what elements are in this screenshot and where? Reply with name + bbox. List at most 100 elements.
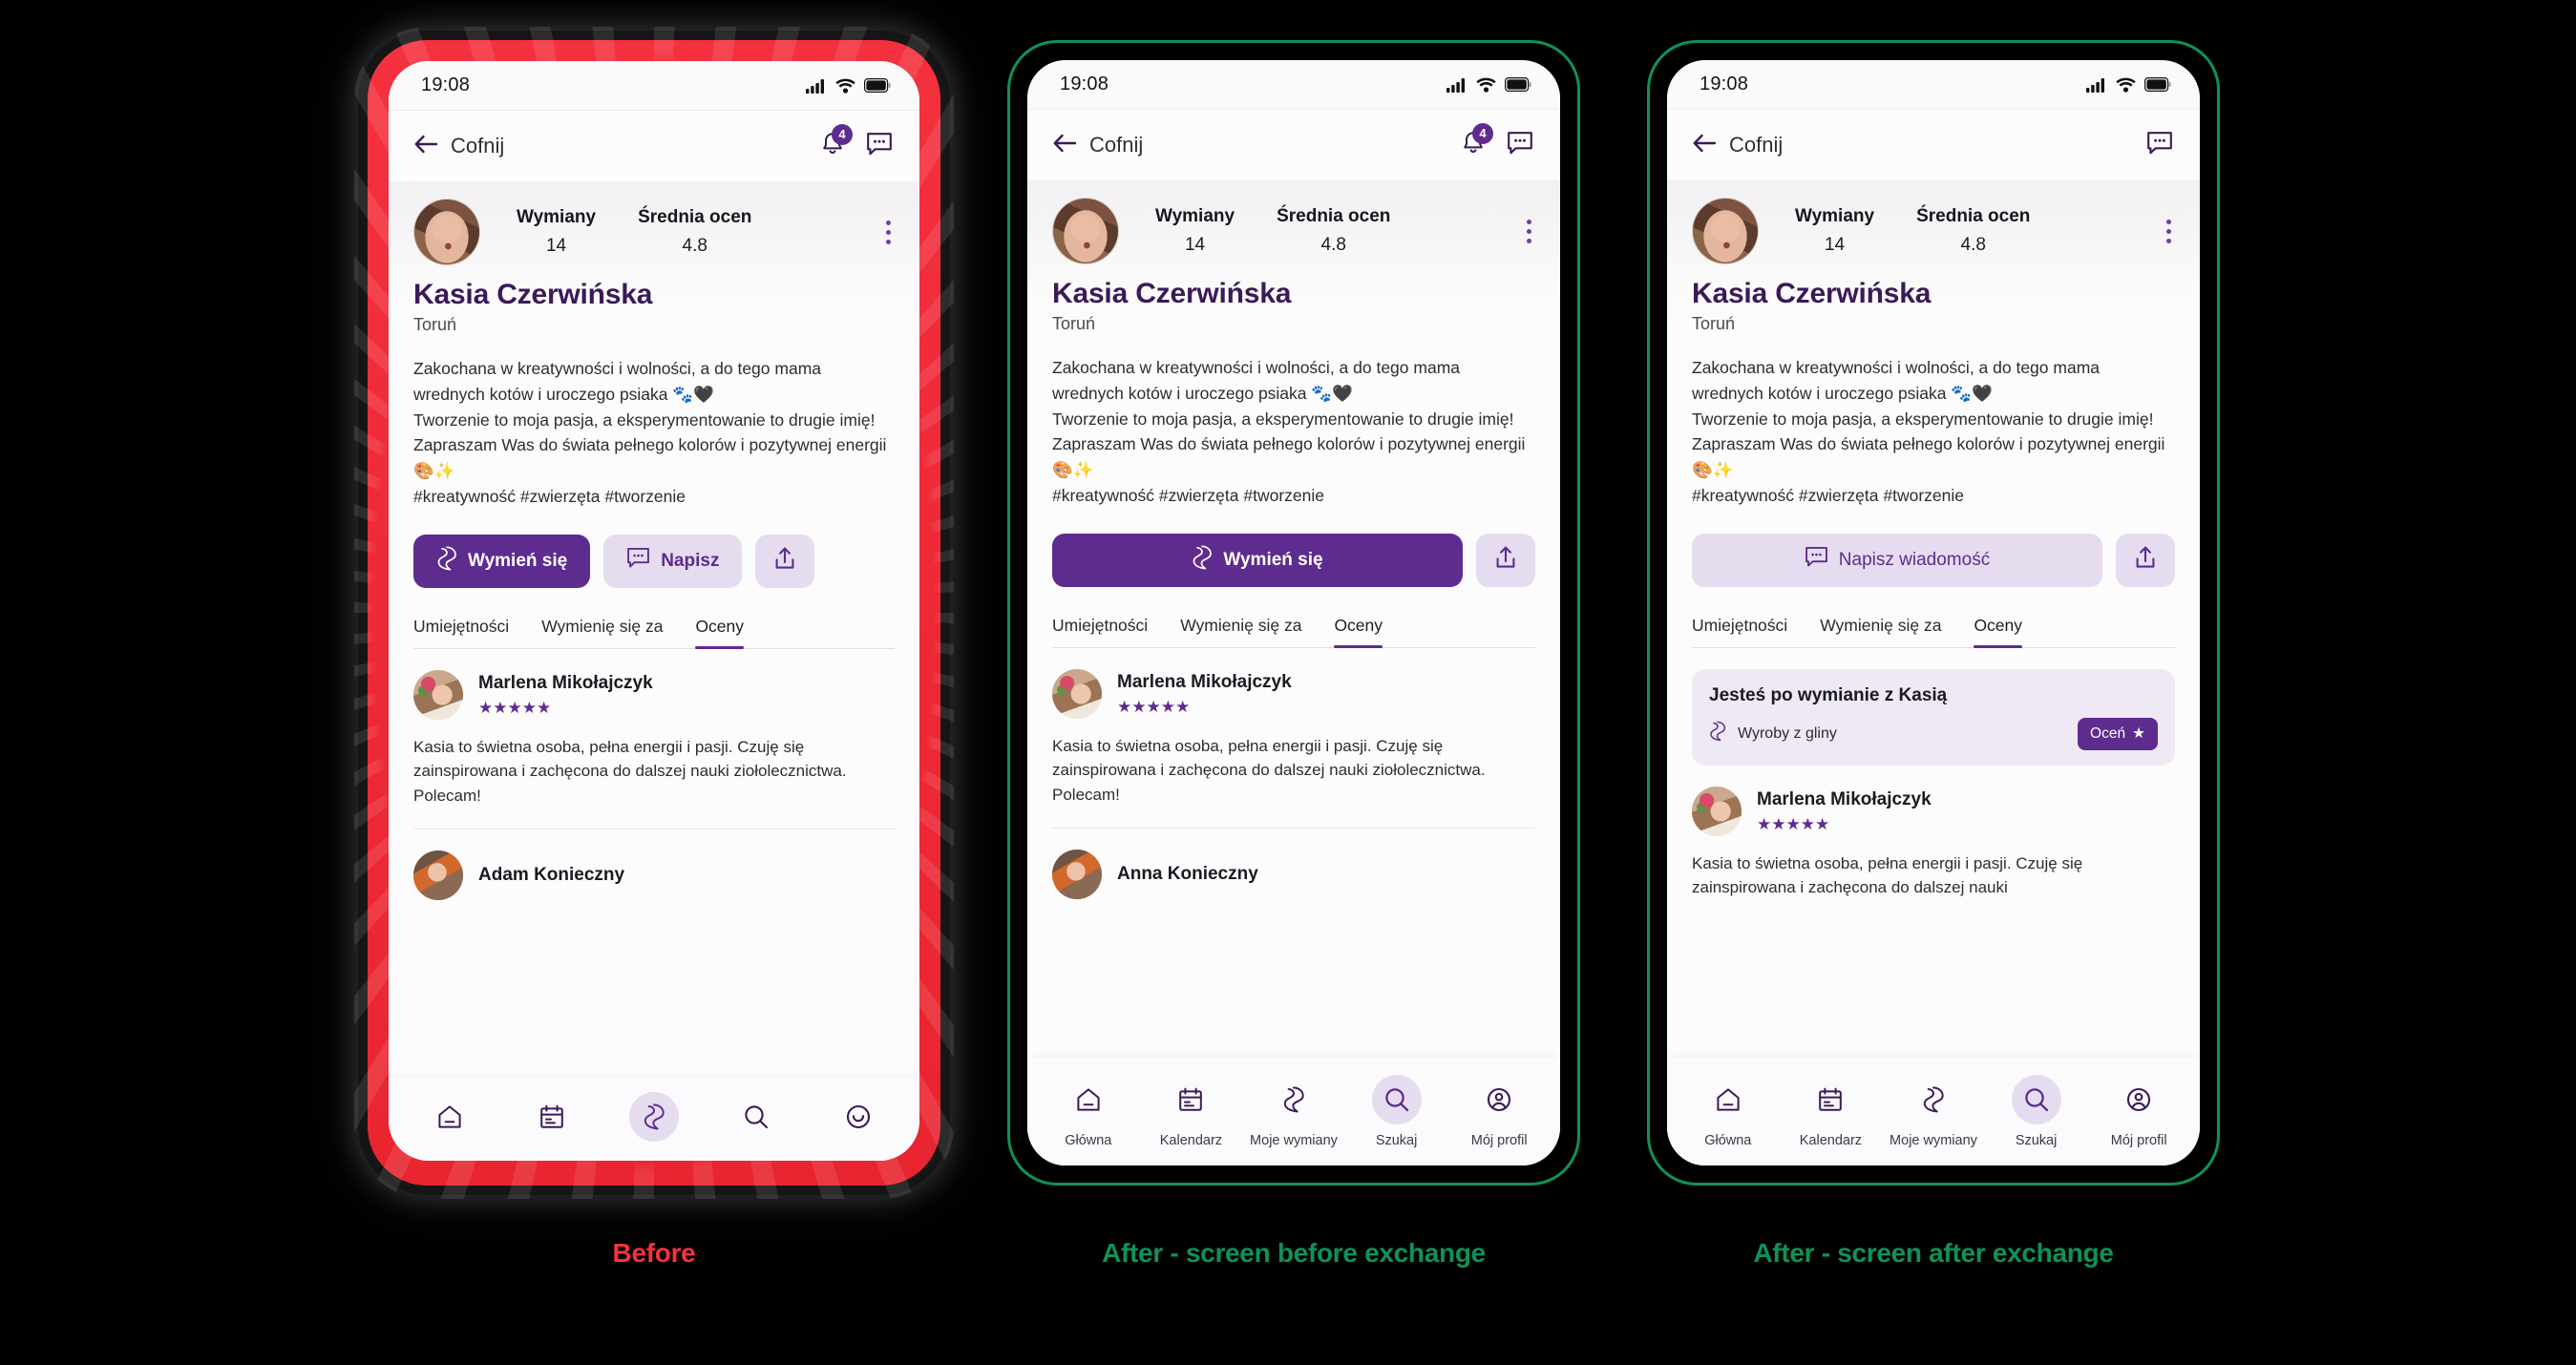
phone-after-after-exchange-screen: 19:08 Cofnij Wymiany 14 Średnia ocen 4.8… bbox=[1667, 60, 2200, 1166]
profile-tabs: Umiejętności Wymienię się za Oceny bbox=[413, 617, 895, 649]
sidebar-item-glowna[interactable]: Główna bbox=[1039, 1075, 1138, 1148]
content-scroll-area[interactable]: Wymiany 14 Średnia ocen 4.8 Kasia Czerwi… bbox=[389, 181, 919, 1161]
more-vertical-icon[interactable] bbox=[1523, 219, 1535, 243]
profile-actions: Wymień się bbox=[1052, 533, 1535, 587]
avatar[interactable] bbox=[1692, 786, 1742, 836]
exchange-rating-prompt: Jesteś po wymianie z Kasią Wyroby z glin… bbox=[1692, 668, 2175, 766]
battery-icon bbox=[1505, 77, 1531, 92]
sidebar-item-szukaj[interactable]: Szukaj bbox=[1987, 1075, 2086, 1148]
status-icons bbox=[2086, 77, 2171, 93]
rating-stars: ★★★★★ bbox=[1117, 698, 1191, 717]
messages-button[interactable] bbox=[866, 132, 893, 161]
exchange-button-label: Wymień się bbox=[468, 550, 568, 571]
tab-wymienie-sie-za[interactable]: Wymienię się za bbox=[1820, 616, 1941, 647]
reviewer-name: Adam Konieczny bbox=[478, 865, 625, 886]
share-icon bbox=[2134, 545, 2157, 576]
tab-wymienie-sie-za[interactable]: Wymienię się za bbox=[541, 617, 663, 648]
avatar[interactable] bbox=[413, 850, 463, 901]
caption-before: Before bbox=[612, 1238, 696, 1268]
sidebar-item-glowna[interactable]: Główna bbox=[1679, 1075, 1778, 1148]
avatar-photo bbox=[1693, 199, 1758, 263]
avatar[interactable] bbox=[413, 669, 463, 720]
exchange-button[interactable]: Wymień się bbox=[413, 534, 591, 588]
sidebar-item-moje-wymiany[interactable] bbox=[604, 1092, 704, 1142]
status-time: 19:08 bbox=[421, 74, 471, 95]
avatar[interactable] bbox=[1052, 668, 1102, 719]
sidebar-item-kalendarz[interactable] bbox=[502, 1092, 602, 1142]
stat-value: 4.8 bbox=[1960, 235, 1986, 255]
avatar[interactable] bbox=[1052, 850, 1102, 900]
arrow-left-icon bbox=[1052, 133, 1077, 158]
avatar[interactable] bbox=[1052, 198, 1119, 264]
sidebar-item-szukaj[interactable] bbox=[707, 1092, 806, 1142]
stat-label: Średnia ocen bbox=[1277, 206, 1391, 226]
sidebar-item-moj-profil[interactable]: Mój profil bbox=[1449, 1075, 1549, 1148]
tab-umiejetnosci[interactable]: Umiejętności bbox=[413, 617, 509, 648]
tab-umiejetnosci[interactable]: Umiejętności bbox=[1692, 616, 1787, 647]
profile-icon bbox=[2114, 1075, 2164, 1124]
prompt-row: Wyroby z gliny Oceń ★ bbox=[1709, 717, 2158, 750]
sidebar-item-moj-profil[interactable] bbox=[809, 1092, 908, 1142]
notifications-button[interactable]: 4 bbox=[820, 123, 853, 162]
stat-label: Wymiany bbox=[517, 207, 597, 227]
review-header: Marlena Mikołajczyk ★★★★★ bbox=[1052, 668, 1535, 719]
share-button[interactable] bbox=[755, 534, 815, 588]
search-icon bbox=[2011, 1075, 2061, 1124]
write-message-button[interactable]: Napisz bbox=[603, 534, 743, 588]
tab-oceny[interactable]: Oceny bbox=[695, 617, 744, 649]
phone-after-after-exchange-frame: 19:08 Cofnij Wymiany 14 Średnia ocen 4.8… bbox=[1647, 40, 2220, 1186]
tab-umiejetnosci[interactable]: Umiejętności bbox=[1052, 616, 1148, 647]
bottom-navigation bbox=[389, 1077, 919, 1161]
rate-button[interactable]: Oceń ★ bbox=[2078, 717, 2158, 750]
content-scroll-area[interactable]: Wymiany 14 Średnia ocen 4.8 Kasia Czerwi… bbox=[1027, 180, 1560, 1166]
notifications-button[interactable]: 4 bbox=[1461, 122, 1493, 161]
reviewer-name: Anna Konieczny bbox=[1117, 864, 1258, 885]
profile-details: Kasia Czerwińska Toruń Zakochana w kreat… bbox=[389, 279, 919, 901]
more-vertical-icon[interactable] bbox=[2163, 219, 2175, 243]
messages-button[interactable] bbox=[1507, 131, 1533, 160]
sidebar-item-kalendarz[interactable]: Kalendarz bbox=[1781, 1075, 1880, 1148]
cellular-signal-icon bbox=[806, 78, 827, 94]
back-button[interactable]: Cofnij bbox=[1692, 133, 1783, 158]
home-icon bbox=[1064, 1075, 1113, 1124]
sidebar-item-glowna[interactable] bbox=[400, 1092, 499, 1142]
prompt-item-label: Wyroby z gliny bbox=[1738, 724, 1837, 742]
tab-wymienie-sie-za[interactable]: Wymienię się za bbox=[1180, 616, 1301, 647]
more-vertical-icon[interactable] bbox=[882, 220, 895, 244]
stat-value: 14 bbox=[1184, 235, 1206, 255]
share-button[interactable] bbox=[1476, 533, 1535, 587]
sidebar-item-moje-wymiany[interactable]: Moje wymiany bbox=[1244, 1075, 1343, 1148]
status-bar: 19:08 bbox=[1027, 60, 1560, 110]
messages-button[interactable] bbox=[2146, 131, 2173, 160]
sidebar-item-kalendarz[interactable]: Kalendarz bbox=[1141, 1075, 1240, 1148]
tab-oceny[interactable]: Oceny bbox=[1974, 616, 2022, 648]
avatar[interactable] bbox=[413, 199, 480, 265]
avatar[interactable] bbox=[1692, 198, 1759, 264]
content-scroll-area[interactable]: Wymiany 14 Średnia ocen 4.8 Kasia Czerwi… bbox=[1667, 180, 2200, 1166]
exchange-icon bbox=[1269, 1075, 1319, 1124]
back-button[interactable]: Cofnij bbox=[413, 134, 504, 159]
rating-stars: ★★★★★ bbox=[478, 699, 552, 718]
share-button[interactable] bbox=[2116, 533, 2175, 587]
home-icon bbox=[1703, 1075, 1753, 1124]
exchange-button[interactable]: Wymień się bbox=[1052, 533, 1463, 587]
profile-city: Toruń bbox=[1692, 314, 1736, 333]
prompt-item: Wyroby z gliny bbox=[1709, 721, 1837, 746]
rate-button-label: Oceń bbox=[2090, 724, 2126, 742]
tab-oceny[interactable]: Oceny bbox=[1334, 616, 1383, 648]
write-message-button[interactable]: Napisz wiadomość bbox=[1692, 533, 2102, 587]
review-text: Kasia to świetna osoba, pełna energii i … bbox=[413, 737, 847, 805]
sidebar-item-szukaj[interactable]: Szukaj bbox=[1347, 1075, 1446, 1148]
sidebar-item-moje-wymiany[interactable]: Moje wymiany bbox=[1884, 1075, 1983, 1148]
avatar-photo bbox=[413, 850, 463, 901]
back-button[interactable]: Cofnij bbox=[1052, 133, 1143, 158]
sidebar-item-moj-profil[interactable]: Mój profil bbox=[2089, 1075, 2188, 1148]
wifi-icon bbox=[835, 78, 855, 94]
message-icon bbox=[2146, 131, 2173, 160]
wifi-icon bbox=[2116, 77, 2136, 93]
profile-details: Kasia Czerwińska Toruń Zakochana w kreat… bbox=[1667, 278, 2200, 900]
home-icon bbox=[425, 1092, 475, 1142]
bottom-navigation: Główna Kalendarz Moje wymiany Szukaj Mój… bbox=[1667, 1058, 2200, 1166]
stat-value: 4.8 bbox=[1320, 235, 1346, 255]
avatar-photo bbox=[1052, 668, 1102, 719]
